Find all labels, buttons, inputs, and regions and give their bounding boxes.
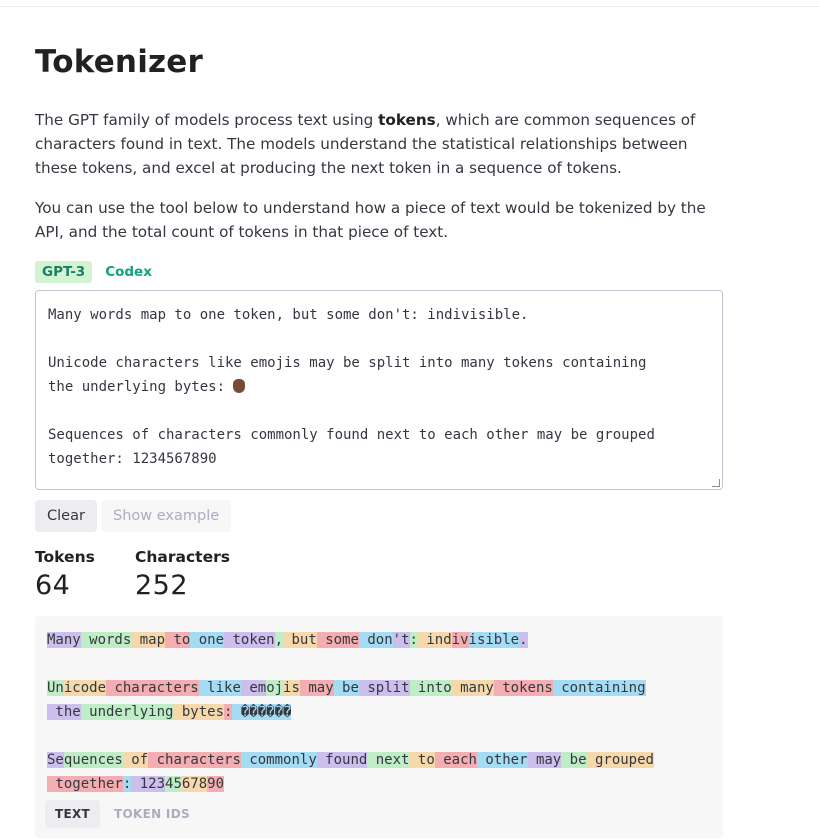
tab-text[interactable]: TEXT (45, 800, 101, 828)
token: many (451, 680, 494, 696)
token: Se (47, 752, 64, 768)
token-line: the underlying bytes: ������ (47, 700, 711, 724)
tab-token-ids[interactable]: TOKEN IDS (104, 800, 200, 828)
token: containing (552, 680, 646, 696)
text-input[interactable]: Many words map to one token, but some do… (35, 290, 723, 490)
token: be (561, 752, 587, 768)
token-line: Unicode characters like emojis may be sp… (47, 676, 711, 700)
token: other (476, 752, 528, 768)
token: to (409, 752, 435, 768)
tokens-count: 64 (35, 570, 71, 601)
input-line-2: Unicode characters like emojis may be sp… (48, 355, 647, 371)
token: oj (266, 680, 284, 696)
token: is (283, 680, 300, 696)
token: icode (63, 680, 107, 696)
tab-codex[interactable]: Codex (98, 261, 159, 283)
characters-stat: Characters 252 (135, 548, 230, 601)
token: 45 (165, 776, 182, 792)
token: ind (417, 632, 452, 648)
token: : (409, 632, 418, 648)
show-example-button[interactable]: Show example (101, 500, 232, 532)
characters-count: 252 (135, 570, 189, 601)
characters-label: Characters (135, 548, 230, 566)
token: em (240, 680, 267, 696)
resize-handle[interactable] (712, 479, 720, 487)
page-title: Tokenizer (35, 44, 203, 80)
token: don (358, 632, 393, 648)
token: words (80, 632, 132, 648)
token: 't (392, 632, 410, 648)
token: map (131, 632, 166, 648)
input-line-3: the underlying bytes: (48, 379, 234, 395)
token: to (165, 632, 191, 648)
token: the (47, 704, 81, 720)
token: next (367, 752, 410, 768)
token: characters (106, 680, 199, 696)
token: one (190, 632, 225, 648)
input-line-4: Sequences of characters commonly found n… (48, 427, 655, 443)
token-line: Sequences of characters commonly found n… (47, 748, 711, 772)
tool-description: You can use the tool below to understand… (35, 199, 706, 241)
raised-hand-emoji-icon (233, 379, 246, 393)
token-line: Many words map to one token, but some do… (47, 628, 711, 652)
token: Un (47, 680, 64, 696)
token: commonly (240, 752, 317, 768)
clear-button[interactable]: Clear (35, 500, 97, 532)
token: of (122, 752, 149, 768)
token: together (47, 776, 123, 792)
intro-paragraph: The GPT family of models process text us… (35, 108, 725, 180)
token-line (47, 652, 711, 676)
token: 90 (207, 776, 225, 792)
token: , (274, 632, 284, 648)
token: be (333, 680, 359, 696)
tokens-label: Tokens (35, 548, 95, 566)
token: quences (63, 752, 123, 768)
tokens-stat: Tokens 64 (35, 548, 95, 601)
token: like (198, 680, 241, 696)
token: . (519, 632, 528, 648)
input-line-1: Many words map to one token, but some do… (48, 307, 529, 323)
tab-gpt3[interactable]: GPT-3 (35, 261, 93, 283)
token: split (358, 680, 410, 696)
token: grouped (586, 752, 654, 768)
token: iv (451, 632, 469, 648)
view-tabs: TEXT TOKEN IDS (45, 800, 200, 828)
top-divider (0, 6, 819, 7)
token: each (434, 752, 477, 768)
intro-bold-tokens: tokens (378, 111, 436, 129)
token: found (316, 752, 368, 768)
intro-text-start: The GPT family of models process text us… (35, 111, 379, 129)
token: into (409, 680, 452, 696)
token: bytes (173, 704, 225, 720)
token-line (47, 724, 711, 748)
token: token (224, 632, 275, 648)
token: 678 (181, 776, 208, 792)
token: isible (468, 632, 520, 648)
token: underlying (80, 704, 174, 720)
token: may (527, 752, 562, 768)
model-tabs: GPT-3 Codex (35, 261, 159, 283)
token: but (283, 632, 317, 648)
token-line: together: 1234567890 (47, 772, 711, 796)
token-lines: Many words map to one token, but some do… (47, 628, 711, 796)
token: some (316, 632, 359, 648)
token: ������ (232, 704, 292, 720)
token: may (299, 680, 334, 696)
token: 123 (131, 776, 166, 792)
input-line-5: together: 1234567890 (48, 451, 217, 467)
token: Many (47, 632, 81, 648)
token: tokens (493, 680, 553, 696)
token: characters (148, 752, 241, 768)
